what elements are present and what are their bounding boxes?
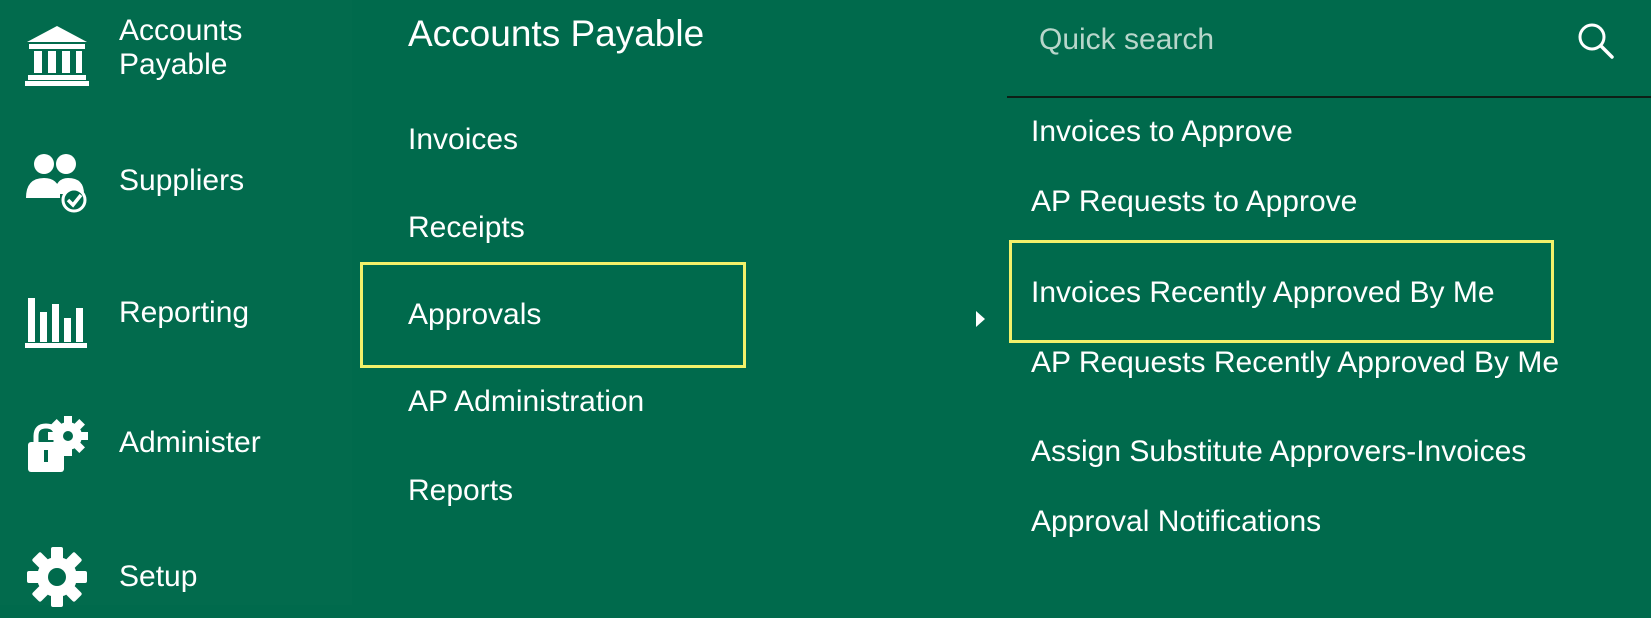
sidebar-item-label: Setup — [119, 560, 198, 593]
suppliers-icon — [24, 148, 90, 214]
bank-icon — [24, 22, 90, 88]
main-sidebar: Accounts Payable Suppliers Reporting Adm… — [0, 0, 352, 607]
quick-search-input[interactable] — [1039, 16, 1559, 64]
gear-icon — [24, 544, 90, 610]
quick-search-bar — [1007, 0, 1651, 98]
task-ap-requests-to-approve[interactable]: AP Requests to Approve — [1031, 184, 1357, 220]
submenu-item-receipts[interactable]: Receipts — [408, 210, 525, 246]
sidebar-item-label: Suppliers — [119, 164, 245, 197]
submenu-item-reports[interactable]: Reports — [408, 473, 513, 509]
sidebar-item-label: Administer — [119, 426, 261, 459]
submenu-title: Accounts Payable — [408, 13, 705, 54]
task-assign-substitute-approvers[interactable]: Assign Substitute Approvers-Invoices — [1031, 434, 1526, 470]
sidebar-item-administer[interactable]: Administer — [0, 396, 352, 492]
sidebar-item-reporting[interactable]: Reporting — [0, 262, 352, 358]
selected-item-highlight — [360, 262, 746, 368]
submenu-item-invoices[interactable]: Invoices — [408, 122, 518, 158]
task-approval-notifications[interactable]: Approval Notifications — [1031, 504, 1321, 540]
lock-gear-icon — [24, 410, 90, 476]
submenu-item-ap-administration[interactable]: AP Administration — [408, 384, 644, 420]
sidebar-item-setup[interactable]: Setup — [0, 522, 352, 618]
search-icon[interactable] — [1575, 20, 1615, 60]
sidebar-item-accounts-payable[interactable]: Accounts Payable — [0, 8, 352, 104]
caret-right-icon — [976, 311, 985, 327]
sidebar-item-suppliers[interactable]: Suppliers — [0, 134, 352, 230]
task-highlight — [1009, 240, 1554, 343]
sidebar-item-label: Reporting — [119, 296, 250, 329]
bar-chart-icon — [24, 284, 90, 350]
task-ap-requests-recently-approved[interactable]: AP Requests Recently Approved By Me — [1031, 345, 1559, 381]
task-invoices-to-approve[interactable]: Invoices to Approve — [1031, 114, 1293, 150]
sidebar-item-label: Accounts Payable — [119, 14, 243, 81]
